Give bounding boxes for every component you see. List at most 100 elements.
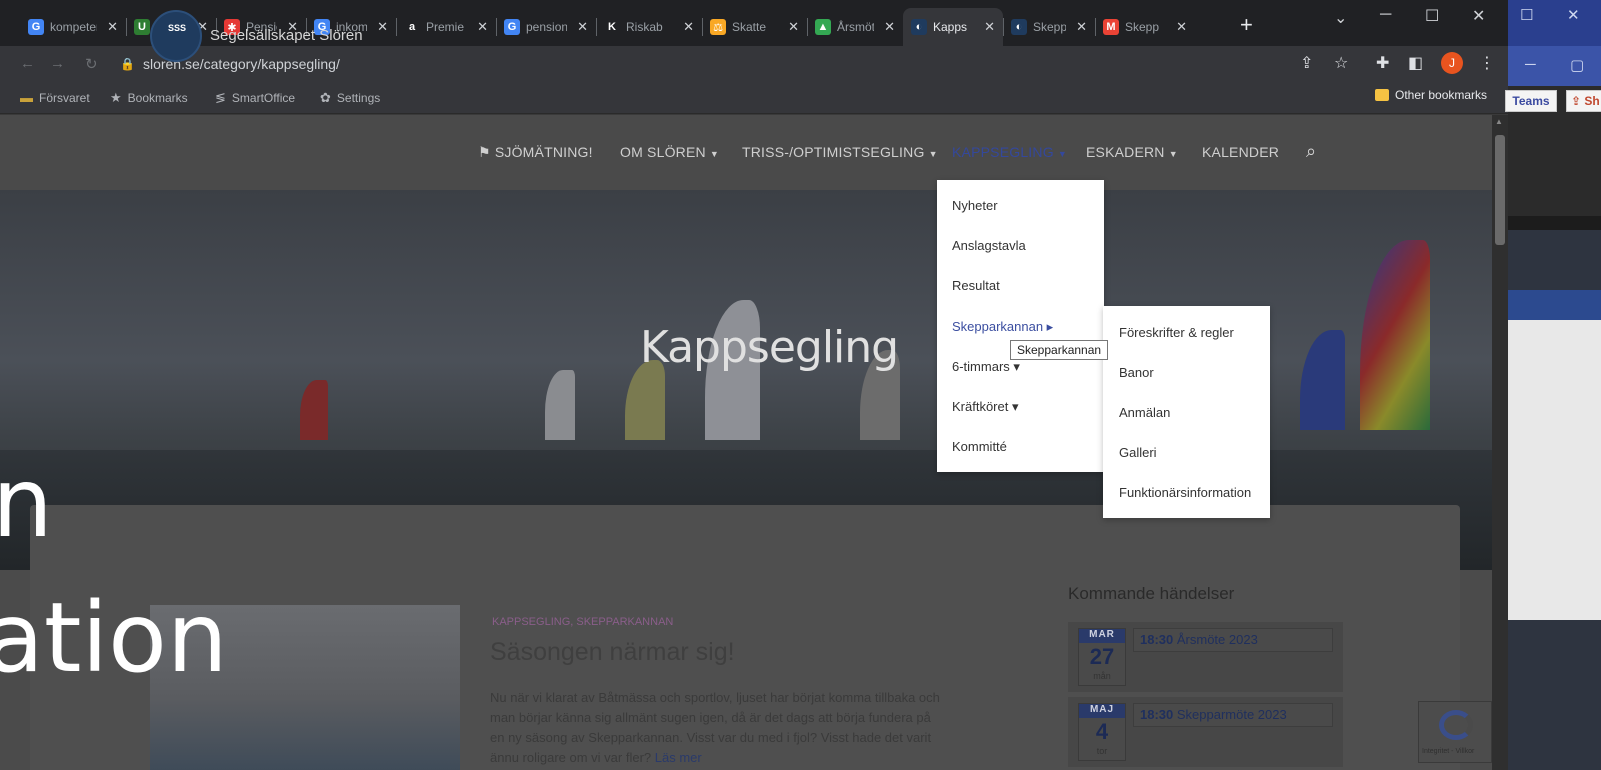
recaptcha-badge[interactable]: Integritet - Villkor [1418,701,1492,763]
tab-close-icon[interactable]: ✕ [377,19,388,35]
share-button[interactable]: ⇪ Sh [1566,90,1601,112]
tab-close-icon[interactable]: ✕ [477,19,488,35]
tab-favicon-icon: ▲ [815,19,831,35]
nav-sjomatning[interactable]: ⚑ SJÖMÄTNING! [478,144,593,161]
submenu-item-funktionarsinformation[interactable]: Funktionärsinformation [1119,485,1251,500]
site-name[interactable]: Segelsällskapet Slören [210,27,363,44]
menu-item-anslagstavla[interactable]: Anslagstavla [952,238,1026,253]
scroll-thumb[interactable] [1495,135,1505,245]
event-item[interactable]: MAJ 4 tor 18:30 Skepparmöte 2023 [1068,697,1343,767]
close-window-button[interactable]: ✕ [1472,6,1485,26]
nav-om-sloren[interactable]: OM SLÖREN ▼ [620,144,719,160]
profile-avatar[interactable]: J [1441,52,1463,74]
restore-icon[interactable]: ▢ [1570,56,1584,74]
new-tab-button[interactable]: + [1240,12,1253,38]
folder-icon [1375,89,1389,101]
menu-item-kommitte[interactable]: Kommitté [952,439,1007,454]
menu-item-6-timmars[interactable]: 6-timmars ▾ [952,359,1020,375]
other-bookmarks[interactable]: Other bookmarks [1375,88,1487,102]
tab-close-icon[interactable]: ✕ [984,19,995,35]
tab-favicon-icon: M [1103,19,1119,35]
tab-12[interactable]: M Skepp ✕ [1095,8,1195,46]
tab-label: kompetens [50,20,97,34]
event-title[interactable]: 18:30 Årsmöte 2023 [1133,628,1333,652]
tab-close-icon[interactable]: ✕ [107,19,118,35]
kappsegling-dropdown: Nyheter Anslagstavla Resultat Skepparkan… [937,180,1104,472]
slide-text-line-2: ation [0,582,228,694]
bookmark-star-icon[interactable]: ☆ [1334,53,1348,73]
address-bar[interactable]: 🔒 sloren.se/category/kappsegling/ [120,52,1370,76]
restore-icon[interactable]: ☐ [1520,6,1533,24]
submenu-item-banor[interactable]: Banor [1119,365,1154,380]
menu-item-resultat[interactable]: Resultat [952,278,1000,293]
post-title[interactable]: Säsongen närmar sig! [490,638,735,667]
submenu-item-foreskrifter[interactable]: Föreskrifter & regler [1119,325,1234,340]
tab-search-icon[interactable]: ⌄ [1334,8,1347,28]
smartoffice-icon: ≶ [215,90,226,105]
folder-icon: ▬ [20,90,33,105]
tab-close-icon[interactable]: ✕ [683,19,694,35]
tab-favicon-icon: a [404,19,420,35]
tab-close-icon[interactable]: ✕ [1076,19,1087,35]
menu-icon[interactable]: ⋮ [1479,53,1495,73]
tab-label: Premie [426,20,465,34]
nav-eskadern[interactable]: ESKADERN ▼ [1086,144,1178,160]
background-app-page [1508,320,1601,620]
event-item[interactable]: MAR 27 mån 18:30 Årsmöte 2023 [1068,622,1343,692]
side-panel-icon[interactable]: ◧ [1408,53,1423,73]
close-icon[interactable]: ✕ [1567,6,1580,24]
bookmark-smartoffice[interactable]: ≶ SmartOffice [215,90,295,106]
tab-7[interactable]: K Riskab ✕ [596,8,702,46]
submenu-item-galleri[interactable]: Galleri [1119,445,1157,460]
tab-8[interactable]: ⚖ Skatte ✕ [702,8,807,46]
tab-favicon-icon: U [134,19,150,35]
tab-11[interactable]: ◐ Skepp ✕ [1003,8,1095,46]
event-title[interactable]: 18:30 Skepparmöte 2023 [1133,703,1333,727]
menu-item-kraftkoret[interactable]: Kräftköret ▾ [952,399,1019,415]
tab-favicon-icon: ◐ [1011,19,1027,35]
minimize-button[interactable]: ─ [1380,6,1391,24]
scroll-up-arrow[interactable]: ▲ [1495,117,1503,126]
extensions-icon[interactable]: ✚ [1376,53,1389,73]
bookmark-settings[interactable]: ✿ Settings [320,90,380,106]
back-icon[interactable]: ← [20,55,35,72]
post-categories[interactable]: KAPPSEGLING, SKEPPARKANNAN [492,616,673,628]
bookmark-forsvaret[interactable]: ▬ Försvaret [20,90,90,105]
read-more-link[interactable]: Läs mer [655,750,702,765]
tab-9[interactable]: ▲ Årsmöte ✕ [807,8,903,46]
recaptcha-icon [1439,710,1473,740]
tab-label: Skepp [1125,20,1160,34]
tab-favicon-icon: G [504,19,520,35]
tab-close-icon[interactable]: ✕ [788,19,799,35]
events-title: Kommande händelser [1068,584,1235,603]
nav-triss-optimistsegling[interactable]: TRISS-/OPTIMISTSEGLING ▼ [742,144,938,160]
tab-6[interactable]: Gpension ✕ [496,8,596,46]
caret-down-icon: ▼ [1057,149,1067,159]
minimize-icon[interactable]: ─ [1525,56,1536,73]
tab-close-icon[interactable]: ✕ [1176,19,1187,35]
site-logo[interactable] [150,10,202,62]
search-icon[interactable]: ⌕ [1306,141,1316,162]
background-app-ribbon [1508,46,1601,86]
teams-button[interactable]: Teams [1505,90,1557,112]
nav-kappsegling[interactable]: KAPPSEGLING ▼ [952,144,1067,160]
tab-close-icon[interactable]: ✕ [577,19,588,35]
forward-icon[interactable]: → [50,55,65,72]
calendar-badge: MAJ 4 tor [1078,703,1126,761]
caret-down-icon: ▼ [1168,149,1178,159]
share-icon[interactable]: ⇪ [1300,53,1313,73]
menu-item-skepparkannan[interactable]: Skepparkannan ▸ [952,319,1053,335]
calendar-badge: MAR 27 mån [1078,628,1126,686]
submenu-item-anmalan[interactable]: Anmälan [1119,405,1170,420]
menu-item-nyheter[interactable]: Nyheter [952,198,998,213]
maximize-button[interactable]: ☐ [1425,6,1439,26]
tab-5[interactable]: a Premie ✕ [396,8,496,46]
tab-label: Skatte [732,20,767,34]
tab-10[interactable]: ◐ Kapps ✕ [903,8,1003,46]
nav-kalender[interactable]: KALENDER [1202,144,1279,160]
lock-icon: 🔒 [120,57,135,71]
bookmark-bookmarks[interactable]: ★ Bookmarks [110,90,188,106]
reload-icon[interactable]: ↻ [85,55,98,73]
tab-close-icon[interactable]: ✕ [884,19,895,35]
tab-1[interactable]: Gkompetens ✕ [20,8,126,46]
